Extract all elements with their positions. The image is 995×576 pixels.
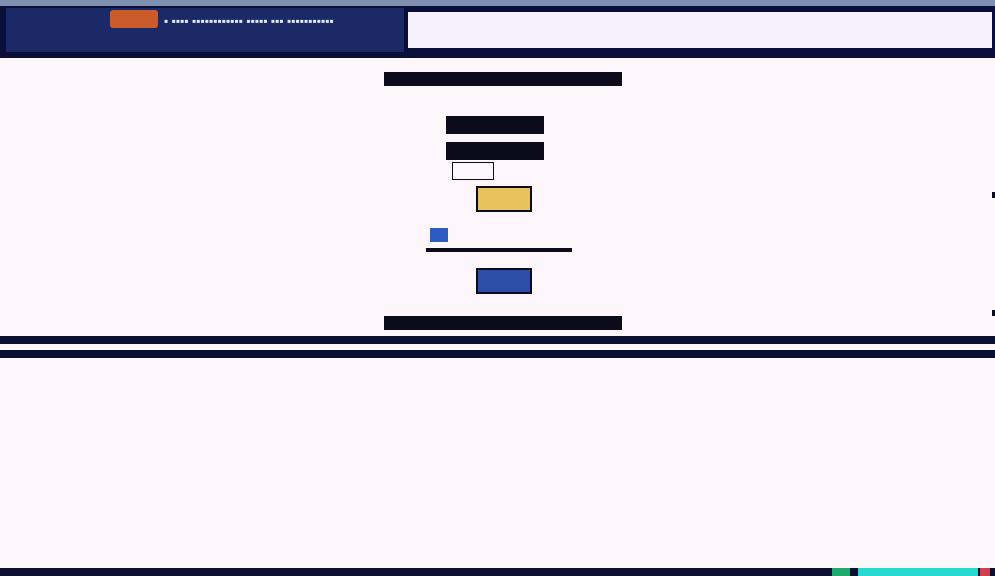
browser-titlebar: ▪ ▪▪▪▪ ▪▪▪▪▪▪▪▪▪▪▪▪ ▪▪▪▪▪ ▪▪▪ ▪▪▪▪▪▪▪▪▪▪… [0, 0, 995, 58]
status-green-segment [832, 568, 850, 576]
status-cyan-segment [858, 568, 978, 576]
browser-tab-title: ▪ ▪▪▪▪ ▪▪▪▪▪▪▪▪▪▪▪▪ ▪▪▪▪▪ ▪▪▪ ▪▪▪▪▪▪▪▪▪▪… [164, 14, 334, 28]
status-bar [0, 568, 995, 576]
password-field[interactable] [446, 142, 544, 160]
login-footer [384, 316, 622, 330]
titlebar-top-strip [0, 0, 995, 6]
login-header [384, 72, 622, 86]
divider [426, 248, 572, 252]
register-button[interactable] [476, 268, 532, 294]
separator-bar-1 [0, 336, 995, 344]
address-bar-input[interactable] [406, 10, 994, 50]
login-panel [384, 72, 622, 332]
email-field[interactable] [452, 162, 494, 180]
username-field[interactable] [446, 116, 544, 134]
status-red-segment [980, 568, 990, 576]
radio-selected-icon[interactable] [430, 228, 448, 242]
login-button[interactable] [476, 186, 532, 212]
browser-tab[interactable] [110, 10, 158, 28]
lower-page-area [6, 360, 995, 568]
separator-bar-2 [0, 350, 995, 358]
